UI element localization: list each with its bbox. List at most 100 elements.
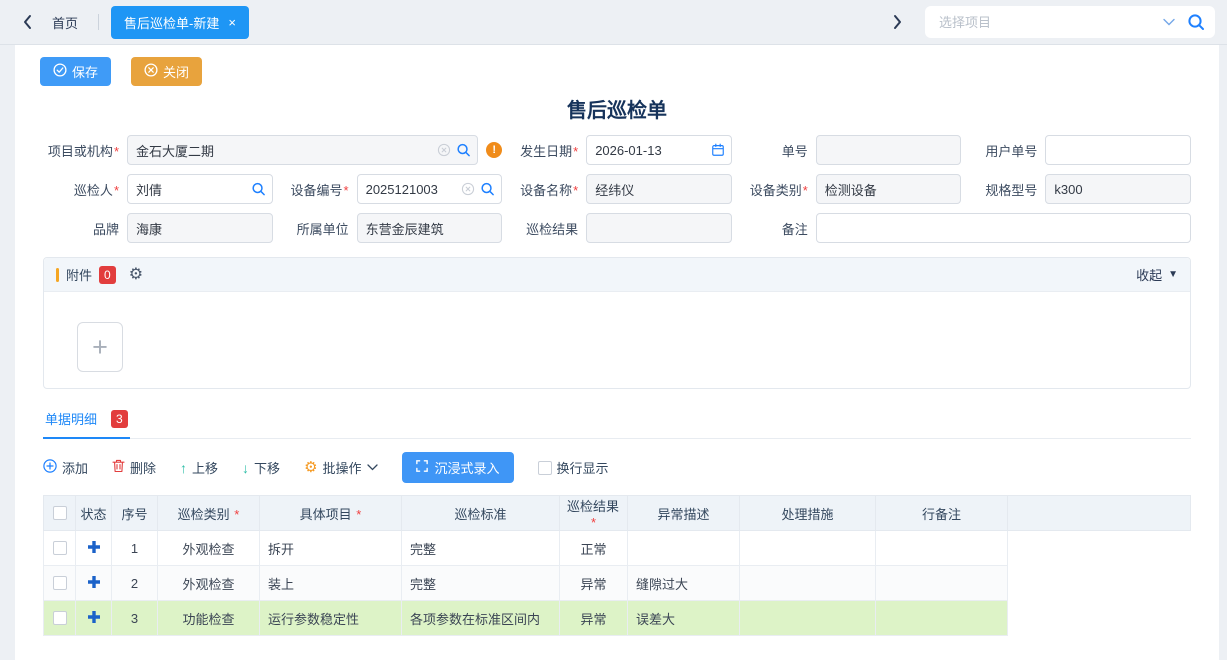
cell-abnormal[interactable]: 误差大 — [628, 601, 740, 636]
cell-standard[interactable]: 各项参数在标准区间内 — [402, 601, 560, 636]
cell-seq[interactable]: 2 — [112, 566, 158, 601]
tab-detail[interactable]: 单据明细 3 — [43, 405, 130, 439]
cell-measure[interactable] — [740, 566, 876, 601]
cell-result[interactable]: 正常 — [560, 531, 628, 566]
project-search-input[interactable] — [937, 14, 1163, 31]
project-input[interactable] — [127, 135, 478, 165]
cell-seq[interactable]: 1 — [112, 531, 158, 566]
field-device-name: 设备名称* — [502, 174, 732, 204]
save-button[interactable]: 保存 — [40, 57, 111, 86]
calendar-icon[interactable] — [711, 143, 725, 157]
col-filler — [1008, 496, 1191, 531]
select-all-header[interactable] — [44, 496, 76, 531]
required-asterisk: * — [114, 144, 119, 159]
field-date: 发生日期* — [502, 135, 732, 165]
remark-input[interactable] — [816, 213, 1191, 243]
tab-home[interactable]: 首页 — [38, 13, 98, 32]
cell-category[interactable]: 外观检查 — [158, 531, 260, 566]
chevron-down-icon — [367, 464, 378, 471]
plus-status-icon — [88, 576, 100, 588]
cell-measure[interactable] — [740, 601, 876, 636]
search-icon[interactable] — [1187, 13, 1205, 31]
required-asterisk: * — [344, 183, 349, 198]
tabs-scroll-left-icon[interactable] — [16, 14, 38, 30]
search-icon[interactable] — [480, 182, 495, 197]
cell-row-remark[interactable] — [876, 531, 1008, 566]
table-row[interactable]: 1 外观检查 拆开 完整 正常 — [44, 531, 1191, 566]
cell-category[interactable]: 功能检查 — [158, 601, 260, 636]
clear-icon[interactable] — [461, 182, 475, 196]
attachments-title: 附件 — [66, 265, 92, 284]
field-label: 巡检结果 — [526, 222, 578, 237]
row-checkbox[interactable] — [53, 576, 67, 590]
attachments-count-badge: 0 — [99, 266, 116, 284]
search-icon[interactable] — [251, 182, 266, 197]
required-asterisk: * — [231, 507, 240, 522]
cell-result[interactable]: 异常 — [560, 601, 628, 636]
add-label: 添加 — [62, 458, 88, 477]
field-device-type: 设备类别* — [732, 174, 962, 204]
cell-item[interactable]: 运行参数稳定性 — [260, 601, 402, 636]
cell-abnormal[interactable] — [628, 531, 740, 566]
field-inspector: 巡检人* — [43, 174, 273, 204]
table-row-selected[interactable]: 3 功能检查 运行参数稳定性 各项参数在标准区间内 异常 误差大 — [44, 601, 1191, 636]
user-order-no-input[interactable] — [1045, 135, 1191, 165]
tab-current[interactable]: 售后巡检单-新建 × — [111, 6, 249, 39]
cell-row-remark[interactable] — [876, 566, 1008, 601]
required-asterisk: * — [114, 183, 119, 198]
col-measure: 处理措施 — [740, 496, 876, 531]
detail-actions-toolbar: 添加 删除 ↑ 上移 ↓ 下移 ⚙ 批操作 沉浸式录入 — [15, 439, 1219, 495]
tabs-scroll-right-icon[interactable] — [887, 14, 909, 30]
field-label: 单号 — [782, 144, 808, 159]
wrap-checkbox[interactable] — [538, 461, 552, 475]
cell-category[interactable]: 外观检查 — [158, 566, 260, 601]
upload-add-button[interactable]: + — [77, 322, 123, 372]
table-header-row: 状态 序号 巡检类别 * 具体项目 * 巡检标准 巡检结果 * 异常描述 处理措… — [44, 496, 1191, 531]
cell-abnormal[interactable]: 缝隙过大 — [628, 566, 740, 601]
collapse-label: 收起 — [1136, 265, 1162, 284]
section-marker — [56, 268, 59, 282]
delete-row-button[interactable]: 删除 — [112, 458, 156, 477]
chevron-down-icon[interactable] — [1163, 18, 1175, 26]
close-button[interactable]: 关闭 — [131, 57, 202, 86]
close-button-label: 关闭 — [163, 62, 189, 81]
table-row[interactable]: 2 外观检查 装上 完整 异常 缝隙过大 — [44, 566, 1191, 601]
cell-measure[interactable] — [740, 531, 876, 566]
move-down-button[interactable]: ↓ 下移 — [242, 458, 280, 477]
cell-standard[interactable]: 完整 — [402, 566, 560, 601]
plus-status-icon — [88, 611, 100, 623]
tab-close-icon[interactable]: × — [228, 16, 236, 29]
select-all-checkbox[interactable] — [53, 506, 67, 520]
batch-operation-button[interactable]: ⚙ 批操作 — [304, 458, 377, 477]
gear-icon[interactable]: ⚙ — [129, 267, 143, 283]
row-checkbox[interactable] — [53, 541, 67, 555]
cell-item[interactable]: 装上 — [260, 566, 402, 601]
info-icon[interactable]: ! — [486, 142, 502, 158]
immersive-entry-button[interactable]: 沉浸式录入 — [402, 452, 514, 483]
wrap-display-toggle[interactable]: 换行显示 — [538, 458, 609, 477]
col-result: 巡检结果 * — [560, 496, 628, 531]
gear-icon: ⚙ — [304, 460, 317, 475]
cell-item[interactable]: 拆开 — [260, 531, 402, 566]
col-abnormal: 异常描述 — [628, 496, 740, 531]
add-row-button[interactable]: 添加 — [43, 458, 88, 477]
cell-result[interactable]: 异常 — [560, 566, 628, 601]
cell-seq[interactable]: 3 — [112, 601, 158, 636]
field-label: 项目或机构 — [48, 144, 113, 159]
move-up-button[interactable]: ↑ 上移 — [180, 458, 218, 477]
col-row-remark: 行备注 — [876, 496, 1008, 531]
collapse-button[interactable]: 收起 ▼ — [1136, 265, 1178, 284]
delete-label: 删除 — [130, 458, 156, 477]
field-label: 用户单号 — [985, 144, 1037, 159]
arrow-up-icon: ↑ — [180, 460, 187, 476]
search-icon[interactable] — [456, 143, 471, 158]
clear-icon[interactable] — [437, 143, 451, 157]
project-search-box[interactable] — [925, 6, 1215, 38]
move-down-label: 下移 — [254, 458, 280, 477]
field-user-order-no: 用户单号 — [961, 135, 1191, 165]
field-order-no: 单号 — [732, 135, 962, 165]
row-checkbox[interactable] — [53, 611, 67, 625]
cell-row-remark[interactable] — [876, 601, 1008, 636]
detail-table: 状态 序号 巡检类别 * 具体项目 * 巡检标准 巡检结果 * 异常描述 处理措… — [43, 495, 1191, 636]
cell-standard[interactable]: 完整 — [402, 531, 560, 566]
